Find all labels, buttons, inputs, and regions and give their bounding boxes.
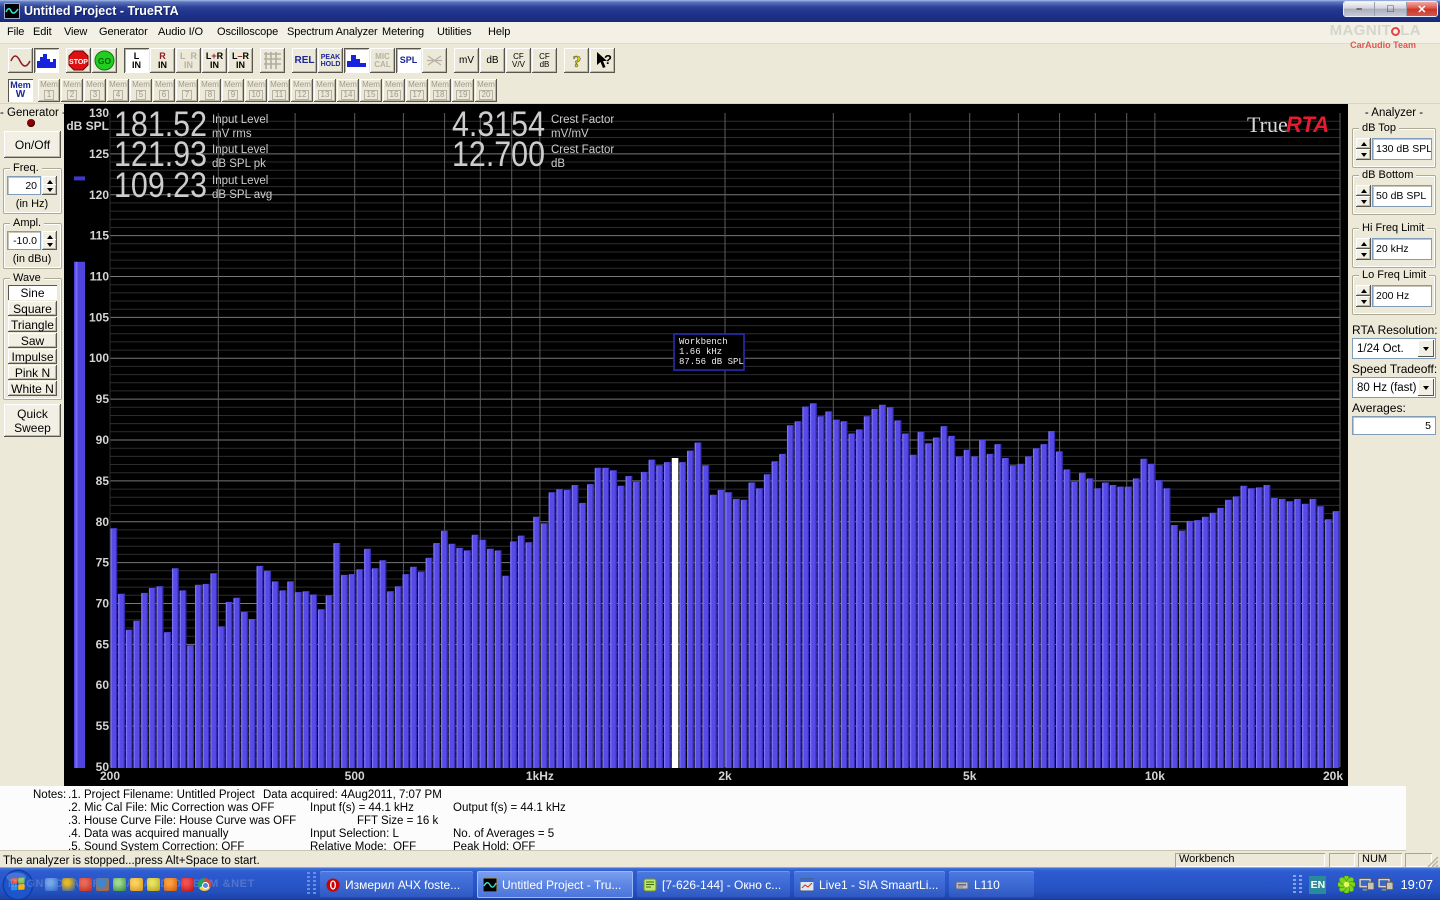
svg-text:dB SPL pk: dB SPL pk [212,158,266,170]
svg-text:GO: GO [98,56,112,66]
svg-text:dB SPL: dB SPL [66,119,109,133]
svg-text:True: True [1247,112,1288,137]
svg-text:Input Level: Input Level [212,114,268,126]
svg-text:Crest Factor: Crest Factor [551,144,614,156]
svg-text:1.66 kHz: 1.66 kHz [679,347,722,357]
svg-text:20k: 20k [1323,769,1343,783]
svg-text:105: 105 [89,310,109,324]
svg-text:mV/mV: mV/mV [551,128,589,140]
svg-text:?: ? [604,52,612,67]
svg-text:10k: 10k [1145,769,1165,783]
svg-text:109.23: 109.23 [114,166,207,205]
svg-text:12.700: 12.700 [452,135,545,174]
svg-text:75: 75 [96,556,110,570]
svg-text:70: 70 [96,597,110,611]
svg-text:110: 110 [90,270,110,284]
svg-text:60: 60 [96,678,110,692]
svg-text:120: 120 [89,188,109,202]
svg-text:80: 80 [96,515,110,529]
svg-text:85: 85 [96,474,110,488]
svg-text:115: 115 [90,229,110,243]
svg-text:?: ? [572,52,581,71]
svg-text:95: 95 [96,392,110,406]
svg-text:200: 200 [100,769,120,783]
svg-text:5k: 5k [963,769,977,783]
svg-text:RTA: RTA [1286,112,1329,137]
svg-text:2k: 2k [718,769,732,783]
svg-text:Input Level: Input Level [212,144,268,156]
svg-text:Workbench: Workbench [679,337,728,347]
svg-text:90: 90 [96,433,110,447]
svg-text:Input Level: Input Level [212,175,268,187]
svg-text:125: 125 [89,147,109,161]
svg-text:65: 65 [96,637,110,651]
svg-text:1kHz: 1kHz [526,769,554,783]
svg-text:100: 100 [89,351,109,365]
svg-text:55: 55 [96,719,110,733]
svg-text:mV rms: mV rms [212,128,252,140]
svg-text:87.56 dB SPL: 87.56 dB SPL [679,357,744,367]
svg-text:Crest Factor: Crest Factor [551,114,614,126]
svg-text:130: 130 [89,106,109,120]
svg-text:dB SPL avg: dB SPL avg [212,189,272,201]
svg-text:dB: dB [551,158,565,170]
svg-text:500: 500 [345,769,365,783]
svg-text:STOP: STOP [69,59,88,66]
